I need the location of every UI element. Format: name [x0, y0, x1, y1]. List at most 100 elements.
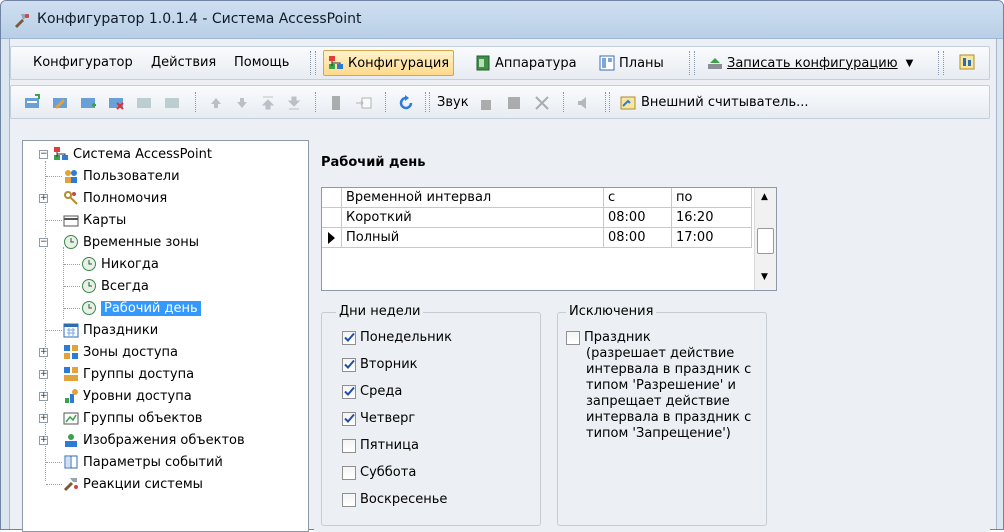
tree-item-holidays[interactable]: Праздники [63, 320, 158, 340]
import-icon[interactable] [355, 94, 373, 112]
tree-item-event-params[interactable]: Параметры событий [63, 452, 223, 472]
plans-icon [599, 55, 615, 71]
cancel-icon[interactable] [533, 94, 551, 112]
day-checkbox[interactable] [342, 492, 356, 507]
sound-label[interactable]: Звук [437, 95, 469, 110]
collapse-icon[interactable]: − [39, 238, 48, 247]
menu-bar: Конфигуратор Действия Помощь Конфигураци… [10, 46, 990, 80]
separator [195, 92, 196, 112]
collapse-icon[interactable]: − [39, 150, 48, 159]
day-checkbox[interactable] [342, 465, 356, 480]
expand-icon[interactable]: + [39, 370, 48, 379]
day-checkbox[interactable] [342, 330, 356, 345]
move-up-icon[interactable] [207, 94, 225, 112]
write-icon [707, 55, 723, 71]
column-header-from[interactable]: с [604, 188, 672, 208]
holiday-checkbox-row[interactable]: Праздник [566, 330, 651, 345]
tree-item-access-levels[interactable]: Уровни доступа [63, 386, 192, 406]
tree-item-cards[interactable]: Карты [63, 210, 126, 230]
tree-item-system-reactions[interactable]: Реакции системы [63, 474, 203, 494]
delete-item-icon[interactable] [107, 94, 125, 112]
separator [689, 51, 690, 75]
column-header-interval[interactable]: Временной интервал [342, 188, 604, 208]
add-row-icon[interactable] [79, 94, 97, 112]
grid-scrollbar[interactable]: ▲ ▼ [754, 188, 776, 290]
move-down-icon[interactable] [233, 94, 251, 112]
table-cell-from[interactable]: 08:00 [604, 228, 672, 248]
separator [315, 92, 316, 112]
levels-icon [63, 388, 79, 404]
day-checkbox[interactable] [342, 438, 356, 453]
tree-item-always[interactable]: Всегда [81, 276, 149, 296]
check-icon [343, 386, 355, 396]
expand-icon[interactable]: + [39, 392, 48, 401]
scroll-up-icon[interactable]: ▲ [761, 192, 768, 202]
table-cell-interval[interactable]: Короткий [342, 208, 604, 228]
row-indicator [322, 208, 342, 228]
tab-plans[interactable]: Планы [595, 50, 668, 76]
tab-configuration[interactable]: Конфигурация [323, 50, 455, 76]
separator [609, 92, 610, 112]
tree-item-users[interactable]: Пользователи [63, 166, 180, 186]
menu-help[interactable]: Помощь [234, 55, 289, 70]
tab-hardware[interactable]: Аппаратура [471, 50, 581, 76]
external-reader-button[interactable]: Внешний считыватель... [641, 95, 809, 110]
tree-item-access-zones[interactable]: Зоны доступа [63, 342, 178, 362]
check-icon [343, 359, 355, 369]
detail-title: Рабочий день [321, 155, 426, 170]
tree-item-never[interactable]: Никогда [81, 254, 159, 274]
refresh-icon[interactable] [397, 94, 415, 112]
day-checkbox-row[interactable]: Вторник [342, 357, 418, 372]
copy-icon[interactable] [135, 94, 153, 112]
open-door-icon[interactable] [477, 94, 495, 112]
day-checkbox-row[interactable]: Понедельник [342, 330, 452, 345]
tree-item-permissions[interactable]: Полномочия [63, 188, 167, 208]
separator [429, 92, 430, 112]
tree-item-object-images[interactable]: Изображения объектов [63, 430, 245, 450]
menu-actions[interactable]: Действия [151, 55, 216, 70]
scroll-thumb[interactable] [757, 228, 774, 254]
expand-icon[interactable]: + [39, 348, 48, 357]
expand-icon[interactable]: + [39, 414, 48, 423]
tree-item-object-groups[interactable]: Группы объектов [63, 408, 202, 428]
tree-item-access-groups[interactable]: Группы доступа [63, 364, 194, 384]
column-header-to[interactable]: по [672, 188, 752, 208]
paste-icon[interactable] [163, 94, 181, 112]
external-reader-icon[interactable] [619, 94, 637, 112]
move-top-icon[interactable] [259, 94, 277, 112]
app-icon [13, 12, 31, 28]
expand-icon[interactable]: + [39, 194, 48, 203]
holiday-checkbox[interactable] [566, 330, 580, 345]
day-checkbox-row[interactable]: Четверг [342, 411, 415, 426]
table-cell-to[interactable]: 17:00 [672, 228, 752, 248]
tree-item-time-zones[interactable]: Временные зоны [63, 232, 199, 252]
info-icon[interactable] [959, 54, 975, 70]
day-checkbox[interactable] [342, 384, 356, 399]
expand-icon[interactable]: + [39, 436, 48, 445]
day-checkbox-row[interactable]: Суббота [342, 465, 416, 480]
menu-configurator[interactable]: Конфигуратор [33, 55, 133, 70]
scroll-down-icon[interactable]: ▼ [761, 272, 768, 282]
tree-root[interactable]: Система AccessPoint [53, 144, 212, 164]
separator [385, 92, 386, 112]
table-cell-from[interactable]: 08:00 [604, 208, 672, 228]
day-checkbox-label: Четверг [360, 411, 416, 426]
close-door-icon[interactable] [505, 94, 523, 112]
day-checkbox-row[interactable]: Пятница [342, 438, 419, 453]
tree-item-working-day[interactable]: Рабочий день [81, 298, 201, 318]
table-cell-to[interactable]: 16:20 [672, 208, 752, 228]
zones-icon [63, 344, 79, 360]
day-checkbox[interactable] [342, 357, 356, 372]
write-config-button[interactable]: Записать конфигурацию ▼ [703, 50, 917, 76]
day-checkbox-row[interactable]: Среда [342, 384, 402, 399]
speaker-icon[interactable] [575, 94, 593, 112]
edit-item-icon[interactable] [51, 94, 69, 112]
users-icon [63, 168, 79, 184]
move-bottom-icon[interactable] [285, 94, 303, 112]
day-checkbox[interactable] [342, 411, 356, 426]
dropdown-arrow-icon[interactable]: ▼ [906, 58, 914, 69]
table-cell-interval[interactable]: Полный [342, 228, 604, 248]
add-item-icon[interactable] [23, 94, 41, 112]
door-icon[interactable] [327, 94, 345, 112]
day-checkbox-row[interactable]: Воскресенье [342, 492, 447, 507]
